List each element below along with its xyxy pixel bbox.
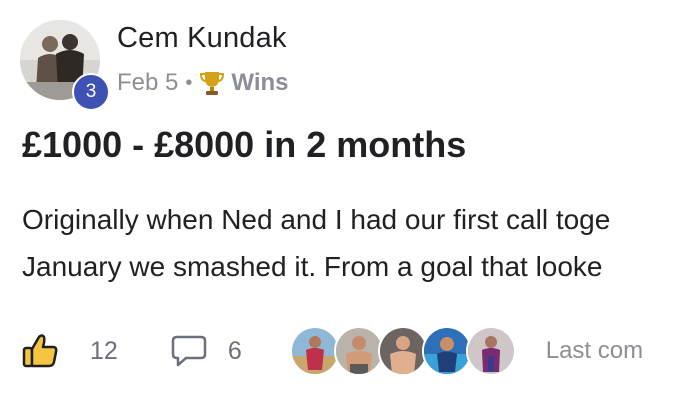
level-badge: 3 (72, 73, 110, 111)
commenter-avatar[interactable] (421, 326, 472, 376)
post-title[interactable]: £1000 - £8000 in 2 months (22, 124, 466, 166)
post-footer: 12 6 Last com (22, 326, 688, 376)
trophy-icon (199, 69, 225, 97)
like-count: 12 (90, 336, 118, 365)
commenter-avatars[interactable] (289, 326, 516, 376)
author-avatar-wrap[interactable]: 3 (20, 20, 110, 111)
last-comment-label[interactable]: Last com (546, 337, 643, 365)
thumbs-up-icon (22, 333, 60, 369)
post-body-line: January we smashed it. From a goal that … (22, 251, 603, 282)
post-body[interactable]: Originally when Ned and I had our first … (22, 196, 688, 290)
comment-count: 6 (227, 336, 242, 365)
post-body-line: Originally when Ned and I had our first … (22, 204, 611, 235)
like-button[interactable]: 12 (22, 333, 118, 369)
comment-button[interactable]: 6 (170, 333, 242, 369)
author-name[interactable]: Cem Kundak (117, 22, 287, 55)
post-category[interactable]: Wins (231, 69, 288, 97)
post-meta: Feb 5 • Wins (117, 66, 289, 100)
post-card: 3 Cem Kundak Feb 5 • Wins £1000 - £8000 … (0, 0, 688, 400)
commenter-avatar[interactable] (465, 326, 516, 376)
post-date[interactable]: Feb 5 (117, 69, 178, 97)
comment-icon (170, 333, 208, 369)
meta-separator: • (185, 71, 193, 94)
commenter-avatar[interactable] (377, 326, 428, 376)
commenter-avatar[interactable] (333, 326, 384, 376)
commenter-avatar[interactable] (289, 326, 340, 376)
